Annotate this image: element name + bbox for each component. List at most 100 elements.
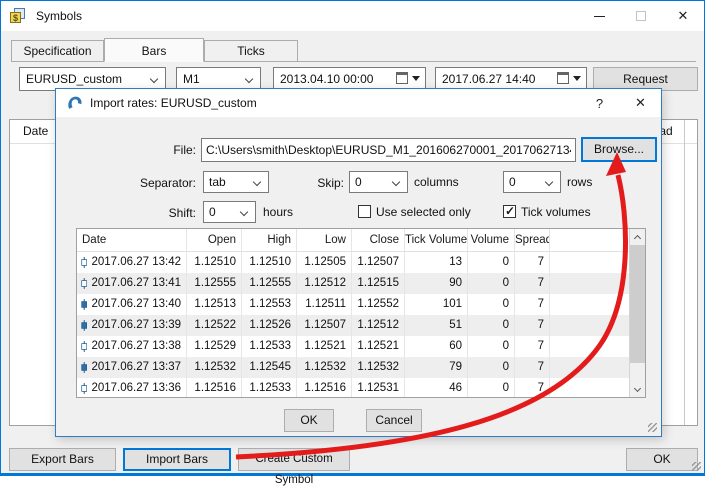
table-row[interactable]: 2017.06.27 13:381.125291.125331.125211.1…	[77, 336, 630, 357]
dropdown-arrow-icon	[573, 76, 581, 81]
minimize-button[interactable]	[578, 1, 620, 31]
close-button[interactable]: ✕	[662, 1, 704, 31]
dialog-title: Import rates: EURUSD_custom	[90, 96, 257, 110]
candle-icon	[81, 381, 87, 396]
import-bars-button[interactable]: Import Bars	[123, 448, 231, 471]
bar-date: 2017.06.27 13:40	[91, 294, 181, 315]
shift-label: Shift:	[56, 201, 196, 225]
candle-icon	[81, 255, 87, 270]
col-header-close[interactable]: Close	[352, 229, 405, 252]
scrollbar-thumb[interactable]	[630, 245, 646, 363]
scroll-up-button[interactable]	[630, 229, 646, 245]
col-header-open[interactable]: Open	[187, 229, 242, 252]
tab-bars[interactable]: Bars	[104, 38, 204, 62]
check-icon: ✓	[505, 204, 515, 218]
dropdown-arrow-icon	[412, 76, 420, 81]
symbol-value: EURUSD_custom	[26, 72, 122, 86]
skip-rows-value: 0	[509, 175, 516, 189]
dialog-close-button[interactable]: ✕	[620, 89, 661, 117]
dialog-help-button[interactable]: ?	[579, 89, 620, 117]
col-header-high[interactable]: High	[242, 229, 297, 252]
use-selected-label: Use selected only	[376, 201, 471, 223]
close-icon: ✕	[678, 8, 689, 24]
skip-label: Skip:	[204, 171, 344, 195]
col-header-filler	[550, 229, 630, 252]
export-bars-button[interactable]: Export Bars	[9, 448, 116, 471]
bars-table-date-header[interactable]: Date	[23, 124, 48, 138]
bar-date: 2017.06.27 13:42	[91, 252, 181, 273]
table-row[interactable]: 2017.06.27 13:421.125101.125101.125051.1…	[77, 252, 630, 273]
close-icon: ✕	[635, 95, 646, 111]
create-custom-symbol-button[interactable]: Create Custom Symbol	[238, 448, 350, 471]
candle-icon	[81, 318, 87, 333]
columns-label: columns	[414, 171, 459, 193]
candle-icon	[81, 297, 87, 312]
col-header-low[interactable]: Low	[297, 229, 352, 252]
use-selected-checkbox[interactable]: ✓	[358, 205, 371, 218]
minimize-icon	[594, 16, 605, 17]
separator-label: Separator:	[56, 171, 196, 195]
window-resize-grip[interactable]	[692, 462, 701, 471]
main-ok-button[interactable]: OK	[626, 448, 698, 471]
skip-columns-combobox[interactable]: 0	[349, 171, 408, 193]
mql5-logo-icon	[66, 95, 83, 112]
file-path-input[interactable]	[201, 138, 576, 162]
bar-date: 2017.06.27 13:38	[91, 336, 181, 357]
import-preview-table: Date Open High Low Close Tick Volume Vol…	[76, 228, 646, 398]
col-header-date[interactable]: Date	[77, 229, 187, 252]
date-from-value: 2013.04.10 00:00	[280, 72, 373, 86]
dialog-cancel-button[interactable]: Cancel	[366, 409, 422, 432]
date-to-value: 2017.06.27 14:40	[442, 72, 535, 86]
window-titlebar: $ Symbols ✕	[1, 1, 704, 31]
scroll-down-button[interactable]	[630, 381, 646, 397]
file-label: File:	[56, 138, 196, 162]
tick-volumes-checkbox[interactable]: ✓	[503, 205, 516, 218]
window-title: Symbols	[36, 9, 82, 23]
col-header-volume[interactable]: Volume	[468, 229, 515, 252]
chevron-down-icon	[392, 178, 400, 186]
browse-button[interactable]: Browse...	[581, 137, 657, 162]
candle-icon	[81, 339, 87, 354]
shift-combobox[interactable]: 0	[203, 201, 256, 223]
hours-label: hours	[263, 201, 293, 223]
calendar-icon	[396, 72, 408, 84]
bar-date: 2017.06.27 13:41	[91, 273, 181, 294]
candle-icon	[81, 360, 87, 375]
tab-specification[interactable]: Specification	[11, 40, 104, 61]
chevron-down-icon	[240, 208, 248, 216]
chevron-down-icon	[245, 75, 253, 83]
dialog-titlebar: Import rates: EURUSD_custom ? ✕	[56, 89, 661, 117]
table-row[interactable]: 2017.06.27 13:401.125131.125531.125111.1…	[77, 294, 630, 315]
vertical-scrollbar[interactable]	[629, 229, 645, 397]
col-header-spread[interactable]: Spread	[515, 229, 550, 252]
tab-strip: Specification Bars Ticks	[11, 38, 696, 62]
maximize-button[interactable]	[620, 1, 662, 31]
table-row[interactable]: 2017.06.27 13:361.125161.125331.125161.1…	[77, 378, 630, 398]
bar-date: 2017.06.27 13:36	[91, 378, 181, 398]
dialog-resize-grip[interactable]	[648, 423, 657, 432]
symbols-app-icon: $	[10, 8, 27, 25]
table-row[interactable]: 2017.06.27 13:391.125221.125261.125071.1…	[77, 315, 630, 336]
bar-date: 2017.06.27 13:37	[91, 357, 181, 378]
table-row[interactable]: 2017.06.27 13:371.125321.125451.125321.1…	[77, 357, 630, 378]
shift-value: 0	[209, 205, 216, 219]
candle-icon	[81, 276, 87, 291]
chevron-up-icon	[634, 235, 641, 242]
chevron-down-icon	[545, 178, 553, 186]
col-header-tick-volume[interactable]: Tick Volume	[405, 229, 468, 252]
bar-date: 2017.06.27 13:39	[91, 315, 181, 336]
period-value: M1	[183, 72, 200, 86]
maximize-icon	[636, 11, 646, 21]
tick-volumes-label: Tick volumes	[521, 201, 591, 223]
skip-columns-value: 0	[355, 175, 362, 189]
import-table-header: Date Open High Low Close Tick Volume Vol…	[77, 229, 630, 252]
calendar-icon	[557, 72, 569, 84]
skip-rows-combobox[interactable]: 0	[503, 171, 561, 193]
dialog-ok-button[interactable]: OK	[284, 409, 334, 432]
import-rates-dialog: Import rates: EURUSD_custom ? ✕ File: Br…	[55, 88, 662, 437]
chevron-down-icon	[634, 385, 641, 392]
import-table-body: 2017.06.27 13:421.125101.125101.125051.1…	[77, 252, 645, 398]
tab-ticks[interactable]: Ticks	[204, 40, 298, 61]
table-row[interactable]: 2017.06.27 13:411.125551.125551.125121.1…	[77, 273, 630, 294]
chevron-down-icon	[150, 75, 158, 83]
